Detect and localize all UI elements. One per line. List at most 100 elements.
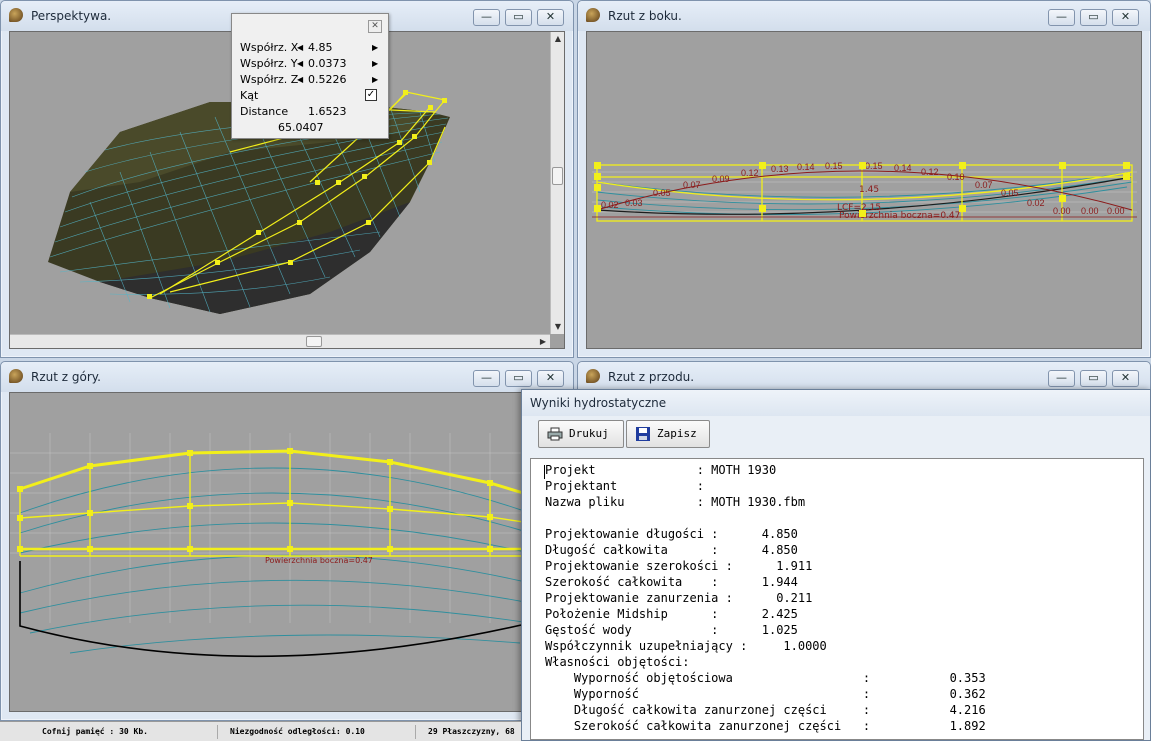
app-icon	[586, 369, 600, 383]
floppy-disk-icon	[636, 427, 650, 441]
top-view-window: Rzut z góry. — ▭ ✕ Powierzchnia boczna=0…	[0, 361, 574, 721]
side-view-viewport[interactable]: 0.02 0.03 0.05 0.07 0.09 0.12 0.13 0.14 0.15 0.15…	[586, 31, 1142, 349]
angle-label: Kąt	[240, 89, 259, 102]
increase-arrow-icon[interactable]: ▶	[372, 41, 378, 55]
lateral-area-label: Powierzchnia boczna=0.47	[265, 556, 373, 565]
window-title: Rzut z przodu.	[608, 370, 695, 384]
section-area-label: 0.12	[741, 168, 759, 178]
report-line: Własności objętości:	[545, 655, 690, 669]
decrease-arrow-icon[interactable]: ◀	[297, 57, 303, 71]
distance-tolerance-status: Niezgodność odległości: 0.10	[226, 725, 416, 739]
app-icon	[586, 8, 600, 22]
scroll-thumb[interactable]	[552, 167, 563, 185]
angle-value-row: 65.0407	[278, 121, 324, 137]
section-area-label: 0.15	[825, 161, 843, 171]
status-bar: Cofnij pamięć : 30 Kb. Niezgodność odleg…	[0, 721, 521, 741]
restore-button[interactable]: ▭	[505, 9, 532, 26]
scroll-down-arrow-icon[interactable]: ▼	[551, 320, 564, 334]
increase-arrow-icon[interactable]: ▶	[372, 73, 378, 87]
side-view-titlebar[interactable]: Rzut z boku. — ▭ ✕	[578, 1, 1150, 31]
distance-value: 1.6523	[308, 105, 347, 118]
report-line: Projekt : MOTH 1930	[545, 463, 777, 477]
z-label: Współrz. Z	[240, 73, 299, 86]
undo-memory-status: Cofnij pamięć : 30 Kb.	[38, 725, 218, 739]
report-line: Projektowanie szerokości : 1.911	[545, 559, 813, 573]
section-area-label: 0.13	[771, 164, 789, 174]
decrease-arrow-icon[interactable]: ◀	[297, 41, 303, 55]
report-line: Szerokość całkowita zanurzonej części : …	[545, 719, 986, 733]
front-view-titlebar[interactable]: Rzut z przodu. — ▭ ✕	[578, 362, 1150, 392]
scroll-up-arrow-icon[interactable]: ▲	[551, 32, 564, 46]
section-area-label: 0.00	[1107, 206, 1125, 216]
restore-button[interactable]: ▭	[1080, 9, 1107, 26]
hull-side-drawing: 0.02 0.03 0.05 0.07 0.09 0.12 0.13 0.14 0.15 0.15…	[592, 161, 1137, 222]
section-area-label: 0.05	[653, 188, 671, 198]
scroll-right-arrow-icon[interactable]: ▶	[536, 335, 550, 348]
top-view-titlebar[interactable]: Rzut z góry. — ▭ ✕	[1, 362, 573, 392]
section-area-label: 0.14	[894, 163, 912, 173]
top-view-viewport[interactable]: Powierzchnia boczna=0.47	[9, 392, 565, 712]
app-icon	[9, 369, 23, 383]
angle-value: 65.0407	[278, 121, 324, 134]
section-area-label: 0.07	[975, 180, 993, 190]
window-title: Wyniki hydrostatyczne	[530, 396, 667, 410]
y-label: Współrz. Y	[240, 57, 298, 70]
minimize-button[interactable]: —	[473, 9, 500, 26]
hydrostatics-titlebar[interactable]: Wyniki hydrostatyczne	[522, 390, 1150, 416]
minimize-button[interactable]: —	[473, 370, 500, 387]
section-area-label: 0.02	[1027, 198, 1045, 208]
minimize-button[interactable]: —	[1048, 370, 1075, 387]
z-value[interactable]: 0.5226	[308, 73, 347, 86]
section-area-label: 0.09	[712, 174, 730, 184]
y-value[interactable]: 0.0373	[308, 57, 347, 70]
report-line: Długość całkowita : 4.850	[545, 543, 798, 557]
close-icon[interactable]: ✕	[368, 20, 382, 33]
close-button[interactable]: ✕	[537, 9, 564, 26]
section-area-label: 0.00	[1053, 206, 1071, 216]
vertical-scrollbar[interactable]: ▲ ▼	[550, 32, 564, 334]
x-label: Współrz. X	[240, 41, 299, 54]
report-line: Położenie Midship : 2.425	[545, 607, 798, 621]
report-line: Projektowanie zanurzenia : 0.211	[545, 591, 813, 605]
hull-top-drawing: Powierzchnia boczna=0.47	[10, 433, 564, 658]
section-area-label: 0.00	[1081, 206, 1099, 216]
save-label: Zapisz	[657, 427, 697, 440]
report-text-area[interactable]: Projekt : MOTH 1930 Projektant : Nazwa pli…	[530, 458, 1144, 740]
report-line: Współczynnik uzupełniający : 1.0000	[545, 639, 827, 653]
close-button[interactable]: ✕	[537, 370, 564, 387]
distance-label: Distance	[240, 105, 289, 118]
section-area-label: 0.07	[683, 180, 701, 190]
side-view-window: Rzut z boku. — ▭ ✕ 0.02 0.03 0.05 0.07 0…	[577, 0, 1151, 358]
section-area-label: 0.15	[865, 161, 883, 171]
increase-arrow-icon[interactable]: ▶	[372, 57, 378, 71]
midpoint-label: 1.45	[859, 185, 879, 195]
x-value[interactable]: 4.85	[308, 41, 333, 54]
section-area-label: 0.12	[921, 167, 939, 177]
report-line: Projektowanie długości : 4.850	[545, 527, 798, 541]
section-area-label: 0.14	[797, 162, 815, 172]
report-line: Projektant :	[545, 479, 704, 493]
report-line: Wyporność : 0.362	[545, 687, 986, 701]
report-line: Wyporność objętościowa : 0.353	[545, 671, 986, 685]
angle-checkbox[interactable]: ✓	[365, 89, 377, 101]
hydrostatics-window: Wyniki hydrostatyczne Drukuj Zapisz Proj…	[521, 389, 1151, 741]
window-title: Rzut z boku.	[608, 9, 682, 23]
horizontal-scrollbar[interactable]: ▶	[10, 334, 550, 348]
minimize-button[interactable]: —	[1048, 9, 1075, 26]
close-button[interactable]: ✕	[1112, 9, 1139, 26]
close-button[interactable]: ✕	[1112, 370, 1139, 387]
report-line: Szerokość całkowita : 1.944	[545, 575, 798, 589]
report-line: Długość całkowita zanurzonej części : 4.…	[545, 703, 986, 717]
app-icon	[9, 8, 23, 22]
print-button[interactable]: Drukuj	[538, 420, 624, 448]
save-button[interactable]: Zapisz	[626, 420, 710, 448]
window-title: Perspektywa.	[31, 9, 112, 23]
restore-button[interactable]: ▭	[505, 370, 532, 387]
coordinate-panel: ✕ Współrz. X ◀ 4.85 ▶ Współrz. Y ◀ 0.037…	[231, 13, 389, 139]
section-area-label: 0.10	[947, 172, 965, 182]
surfaces-status: 29 Płaszczyzny, 68	[428, 727, 515, 736]
restore-button[interactable]: ▭	[1080, 370, 1107, 387]
scroll-thumb[interactable]	[306, 336, 322, 347]
decrease-arrow-icon[interactable]: ◀	[297, 73, 303, 87]
report-line: Gęstość wody : 1.025	[545, 623, 798, 637]
